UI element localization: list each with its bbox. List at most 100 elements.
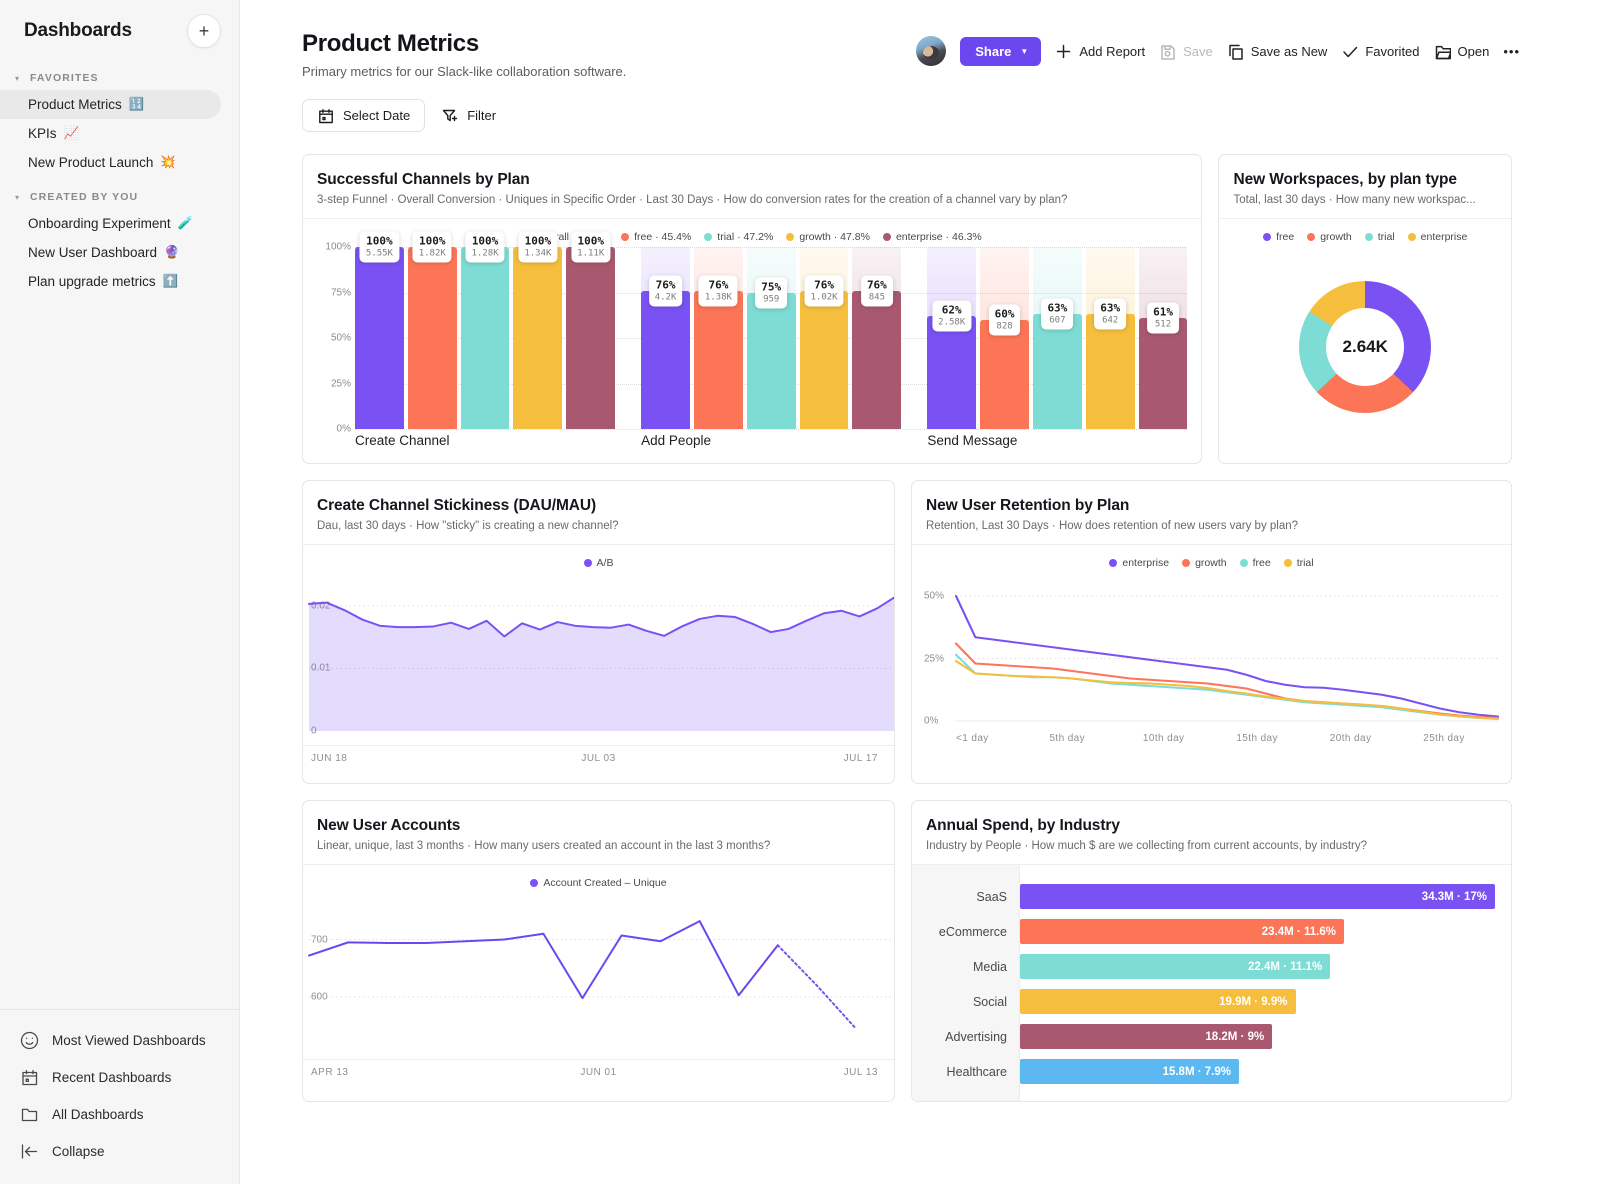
legend-item[interactable]: trial — [1364, 231, 1395, 243]
sidebar-footer-item-most-viewed-dashboards[interactable]: Most Viewed Dashboards — [0, 1022, 239, 1059]
funnel-groups: 100% 5.55K 100% 1.82K 100% 1.28K 100% 1.34K 100%… — [355, 231, 1188, 463]
funnel-step-label: Send Message — [927, 433, 1018, 448]
funnel-bar[interactable]: 100% 1.34K — [513, 231, 563, 429]
chevron-down-icon: ▾ — [14, 73, 19, 83]
funnel-count: 512 — [1154, 319, 1172, 330]
x-axis-tick: JUL 13 — [843, 1067, 878, 1078]
legend-item[interactable]: free · 45.4% — [621, 231, 691, 243]
funnel-bar[interactable]: 76% 1.38K — [693, 247, 743, 429]
more-options-button[interactable]: ••• — [1503, 44, 1520, 59]
legend-item[interactable]: growth — [1182, 557, 1227, 569]
line-chart-svg — [308, 920, 894, 1030]
legend-item[interactable]: enterprise — [1407, 231, 1467, 243]
sidebar-item-new-user-dashboard[interactable]: New User Dashboard 🔮 — [0, 238, 239, 267]
favorited-button[interactable]: Favorited — [1341, 43, 1420, 60]
sidebar-footer-item-collapse[interactable]: Collapse — [0, 1133, 239, 1170]
legend-item[interactable]: Account Created – Unique — [530, 877, 667, 889]
new-dashboard-button[interactable]: + — [187, 14, 221, 48]
copy-icon — [1227, 43, 1244, 60]
funnel-percent: 100% — [418, 234, 446, 248]
funnel-bar-fill — [513, 247, 563, 429]
calendar-icon — [20, 1068, 39, 1087]
x-axis-tick: APR 13 — [311, 1067, 349, 1078]
funnel-percent: 60% — [994, 307, 1015, 321]
sidebar-section-header[interactable]: ▾ FAVORITES — [0, 58, 239, 90]
sidebar-item-new-product-launch[interactable]: New Product Launch 💥 — [0, 148, 239, 177]
funnel-percent: 63% — [1100, 301, 1121, 315]
hbar-tracks: 34.3M · 17% 23.4M · 11.6% 22.4M · 11.1% 19.… — [1020, 865, 1511, 1101]
funnel-count: 1.82K — [418, 248, 446, 259]
hbar-bar[interactable]: 15.8M · 7.9% — [1020, 1059, 1239, 1084]
avatar[interactable] — [916, 36, 947, 66]
funnel-bar[interactable]: 62% 2.58K — [927, 247, 977, 429]
funnel-bar[interactable]: 100% 5.55K — [355, 231, 404, 429]
sidebar-item-product-metrics[interactable]: Product Metrics 🔢 — [0, 90, 221, 119]
funnel-percent: 61% — [1153, 305, 1173, 319]
hbar-track: 18.2M · 9% — [1020, 1019, 1495, 1054]
legend-item[interactable]: trial · 47.2% — [704, 231, 773, 243]
hbar-bar[interactable]: 34.3M · 17% — [1020, 884, 1495, 909]
funnel-bar[interactable]: 61% 512 — [1138, 247, 1188, 429]
funnel-bar[interactable]: 100% 1.82K — [407, 231, 457, 429]
legend-item[interactable]: trial — [1283, 557, 1314, 569]
legend-item[interactable]: A/B — [583, 557, 614, 569]
funnel-bar[interactable]: 76% 1.02K — [799, 247, 849, 429]
legend-item[interactable]: growth — [1307, 231, 1352, 243]
funnel-bar[interactable]: 60% 828 — [980, 247, 1029, 429]
legend-item[interactable]: enterprise — [1109, 557, 1169, 569]
funnel-bar[interactable]: 76% 845 — [852, 247, 902, 429]
funnel-bar[interactable]: 76% 4.2K — [641, 247, 690, 429]
funnel-count: 845 — [868, 292, 885, 303]
filter-button[interactable]: Filter — [437, 100, 511, 131]
sidebar-footer-item-all-dashboards[interactable]: All Dashboards — [0, 1096, 239, 1133]
x-axis-line — [303, 1059, 894, 1060]
funnel-bar-fill — [1138, 317, 1188, 429]
sidebar-item-label: KPIs — [28, 126, 57, 141]
funnel-percent: 100% — [366, 234, 393, 248]
funnel-bar-fill — [852, 290, 902, 429]
legend-item[interactable]: free — [1263, 231, 1294, 243]
hbar-category-labels: SaaS eCommerce Media Social Advertising Healt… — [912, 865, 1020, 1101]
save-as-new-button[interactable]: Save as New — [1227, 43, 1327, 60]
legend-item[interactable]: enterprise · 46.3% — [882, 231, 982, 243]
save-button[interactable]: Save — [1159, 43, 1213, 60]
chevron-down-icon: ▼ — [1020, 46, 1029, 56]
select-date-button[interactable]: Select Date — [302, 99, 426, 132]
x-axis-tick: 5th day — [1049, 733, 1086, 744]
smiley-icon — [20, 1031, 39, 1050]
funnel-bar[interactable]: 75% 959 — [746, 247, 796, 429]
funnel-bar[interactable]: 100% 1.11K — [566, 231, 616, 429]
hbar-bar[interactable]: 18.2M · 9% — [1020, 1024, 1273, 1049]
hbar-bar[interactable]: 19.9M · 9.9% — [1020, 989, 1296, 1014]
legend-item[interactable]: growth · 47.8% — [786, 231, 870, 243]
legend-color-dot — [1182, 559, 1191, 567]
share-button[interactable]: Share ▼ — [960, 36, 1042, 66]
card-annual-spend-by-industry: Annual Spend, by Industry Industry by Pe… — [911, 800, 1512, 1102]
sidebar-footer-item-label: Most Viewed Dashboards — [52, 1033, 206, 1048]
sidebar-item-kpis[interactable]: KPIs 📈 — [0, 119, 239, 148]
add-report-button[interactable]: Add Report — [1055, 43, 1145, 60]
legend-color-dot — [1239, 559, 1248, 567]
sidebar-footer-item-recent-dashboards[interactable]: Recent Dashboards — [0, 1059, 239, 1096]
sidebar-footer-item-label: Recent Dashboards — [52, 1070, 172, 1085]
sidebar-item-onboarding-experiment[interactable]: Onboarding Experiment 🧪 — [0, 209, 239, 238]
legend-color-dot — [882, 233, 891, 241]
open-button[interactable]: Open — [1434, 43, 1489, 60]
hbar-bar[interactable]: 23.4M · 11.6% — [1020, 919, 1344, 944]
hbar-bar[interactable]: 22.4M · 11.1% — [1020, 954, 1331, 979]
legend-label: trial — [1296, 557, 1314, 569]
legend-color-dot — [1307, 233, 1316, 241]
legend-label: Account Created – Unique — [543, 877, 667, 889]
legend-item[interactable]: free — [1239, 557, 1271, 569]
hbar-value-label: 18.2M · 9% — [1205, 1030, 1265, 1043]
funnel-value-badge: 76% 1.02K — [804, 275, 844, 307]
funnel-bar[interactable]: 63% 642 — [1085, 247, 1135, 429]
sidebar-item-plan-upgrade-metrics[interactable]: Plan upgrade metrics ⬆️ — [0, 267, 239, 296]
funnel-bar[interactable]: 63% 607 — [1032, 247, 1082, 429]
hbar-category-label: SaaS — [976, 889, 1007, 904]
legend-label: A/B — [596, 557, 614, 569]
funnel-bar[interactable]: 100% 1.28K — [460, 231, 510, 429]
funnel-count: 1.34K — [524, 248, 552, 259]
legend-label: growth — [1195, 557, 1227, 569]
sidebar-section-header[interactable]: ▾ CREATED BY YOU — [0, 177, 239, 209]
